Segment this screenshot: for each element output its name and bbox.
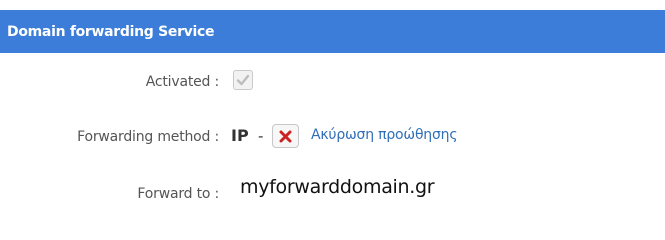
cancel-forwarding-button[interactable]	[272, 124, 299, 148]
forwarding-method-label: Forwarding method :	[77, 129, 219, 145]
panel-title: Domain forwarding Service	[7, 23, 215, 40]
forwarding-method-value: IP	[231, 126, 249, 145]
activated-label: Activated :	[145, 74, 219, 90]
panel-header: Domain forwarding Service	[0, 10, 665, 53]
forward-to-label: Forward to :	[137, 186, 219, 202]
x-icon	[279, 130, 292, 142]
checkmark-icon	[236, 74, 250, 86]
cancel-forwarding-link[interactable]: Ακύρωση προώθησης	[311, 127, 458, 143]
method-separator: -	[258, 127, 264, 145]
domain-forwarding-panel: Domain forwarding Service Activated : Fo…	[0, 0, 665, 240]
activated-checkbox[interactable]	[233, 70, 253, 90]
forward-to-value: myforwarddomain.gr	[240, 176, 435, 198]
